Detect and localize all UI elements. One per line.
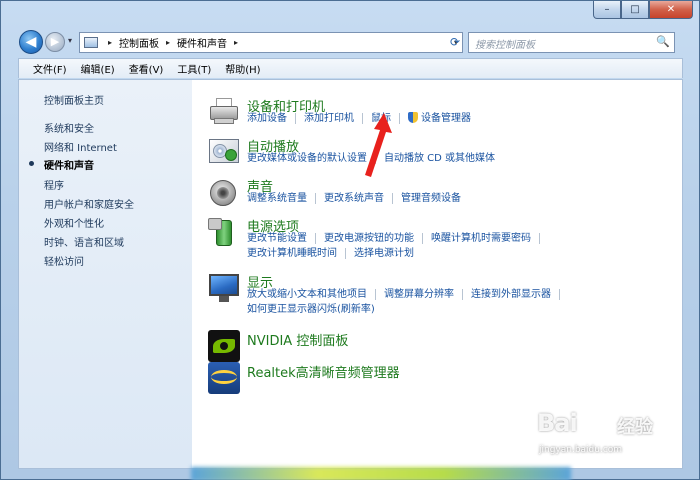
speaker-icon[interactable] xyxy=(208,176,240,208)
sidebar: 控制面板主页 系统和安全 网络和 Internet 硬件和声音 程序 用户帐户和… xyxy=(19,80,192,468)
close-button[interactable]: ✕ xyxy=(649,1,693,19)
link-change-default-media[interactable]: 更改媒体或设备的默认设置 xyxy=(247,153,367,164)
window: – □ ✕ ◀ ▶ ▾ ▸ 控制面板 ▸ 硬件和声音 ▸ ▾ ⟳ 搜索控制面板 … xyxy=(0,0,700,480)
link-wake-password[interactable]: 唤醒计算机时需要密码 xyxy=(431,233,531,244)
sidebar-item-network[interactable]: 网络和 Internet xyxy=(44,139,117,154)
sidebar-item-hardware-sound[interactable]: 硬件和声音 xyxy=(44,157,94,172)
breadcrumb-separator-icon[interactable]: ▸ xyxy=(108,38,112,47)
desktop-background xyxy=(191,467,571,480)
current-item-bullet-icon xyxy=(29,161,34,166)
link-manage-audio-devices[interactable]: 管理音频设备 xyxy=(401,193,461,204)
link-power-button[interactable]: 更改电源按钮的功能 xyxy=(324,233,414,244)
baidu-paw-icon xyxy=(581,405,609,435)
category-links: 更改节能设置 更改电源按钮的功能 唤醒计算机时需要密码 更改计算机睡眠时间 选择电源计… xyxy=(247,232,548,262)
breadcrumb-separator-icon[interactable]: ▸ xyxy=(234,38,238,47)
sidebar-item-system-security[interactable]: 系统和安全 xyxy=(44,120,94,135)
link-add-printer[interactable]: 添加打印机 xyxy=(304,113,354,124)
sidebar-item-user-accounts[interactable]: 用户帐户和家庭安全 xyxy=(44,196,134,211)
link-sleep-time[interactable]: 更改计算机睡眠时间 xyxy=(247,248,337,259)
link-refresh-rate[interactable]: 如何更正显示器闪烁(刷新率) xyxy=(247,304,375,315)
back-button[interactable]: ◀ xyxy=(19,30,43,54)
printer-icon[interactable] xyxy=(208,96,240,128)
sidebar-item-programs[interactable]: 程序 xyxy=(44,177,64,192)
menu-file[interactable]: 文件(F) xyxy=(33,61,67,76)
monitor-icon[interactable] xyxy=(208,272,240,304)
breadcrumb-control-panel[interactable]: 控制面板 xyxy=(119,35,159,50)
caption-buttons: – □ ✕ xyxy=(593,1,693,19)
navigation-row: ◀ ▶ ▾ ▸ 控制面板 ▸ 硬件和声音 ▸ ▾ ⟳ 搜索控制面板 🔍 xyxy=(1,28,699,56)
forward-button[interactable]: ▶ xyxy=(45,32,65,52)
search-input[interactable]: 搜索控制面板 🔍 xyxy=(468,32,675,53)
sidebar-item-ease-of-access[interactable]: 轻松访问 xyxy=(44,253,84,268)
category-links: 调整系统音量 更改系统声音 管理音频设备 xyxy=(247,192,461,207)
menu-help[interactable]: 帮助(H) xyxy=(225,61,260,76)
maximize-button[interactable]: □ xyxy=(621,1,649,19)
title-bar[interactable]: – □ ✕ xyxy=(1,1,699,27)
link-change-sounds[interactable]: 更改系统声音 xyxy=(324,193,384,204)
link-adjust-volume[interactable]: 调整系统音量 xyxy=(247,193,307,204)
baidu-jingyan-watermark: Bai 经验 jingyan.baidu.com xyxy=(537,403,687,465)
nvidia-icon[interactable] xyxy=(208,330,240,362)
battery-icon[interactable] xyxy=(208,216,240,248)
watermark-text: 经验 xyxy=(617,417,653,438)
category-links: 放大或缩小文本和其他项目 调整屏幕分辨率 连接到外部显示器 如何更正显示器闪烁(刷新… xyxy=(247,288,568,318)
sidebar-item-clock-language[interactable]: 时钟、语言和区域 xyxy=(44,234,124,249)
link-text-size[interactable]: 放大或缩小文本和其他项目 xyxy=(247,289,367,300)
link-add-device[interactable]: 添加设备 xyxy=(247,113,287,124)
address-bar[interactable]: ▸ 控制面板 ▸ 硬件和声音 ▸ ▾ xyxy=(79,32,463,53)
menu-bar: 文件(F) 编辑(E) 查看(V) 工具(T) 帮助(H) xyxy=(18,58,683,78)
menu-edit[interactable]: 编辑(E) xyxy=(81,61,115,76)
link-device-manager[interactable]: 设备管理器 xyxy=(421,113,471,124)
refresh-icon[interactable]: ⟳ xyxy=(446,33,464,52)
link-external-display[interactable]: 连接到外部显示器 xyxy=(471,289,551,300)
link-power-plan[interactable]: 选择电源计划 xyxy=(354,248,414,259)
menu-view[interactable]: 查看(V) xyxy=(129,61,164,76)
realtek-audio-icon[interactable] xyxy=(208,362,240,394)
sidebar-item-home[interactable]: 控制面板主页 xyxy=(44,92,104,107)
link-screen-resolution[interactable]: 调整屏幕分辨率 xyxy=(384,289,454,300)
watermark-logo: Bai xyxy=(537,409,578,437)
search-placeholder: 搜索控制面板 xyxy=(475,40,535,51)
annotation-arrow-icon xyxy=(365,113,392,177)
category-title-realtek[interactable]: Realtek高清晰音频管理器 xyxy=(247,362,400,381)
category-title-nvidia[interactable]: NVIDIA 控制面板 xyxy=(247,330,348,349)
link-power-saving[interactable]: 更改节能设置 xyxy=(247,233,307,244)
breadcrumb-hardware-sound[interactable]: 硬件和声音 xyxy=(177,35,227,50)
sidebar-item-appearance[interactable]: 外观和个性化 xyxy=(44,215,104,230)
autoplay-icon[interactable] xyxy=(208,136,240,168)
search-icon[interactable]: 🔍 xyxy=(656,35,670,48)
breadcrumb-separator-icon[interactable]: ▸ xyxy=(166,38,170,47)
minimize-button[interactable]: – xyxy=(593,1,621,19)
control-panel-icon xyxy=(84,37,98,48)
menu-tools[interactable]: 工具(T) xyxy=(177,61,211,76)
recent-pages-dropdown-icon[interactable]: ▾ xyxy=(68,36,72,45)
watermark-url: jingyan.baidu.com xyxy=(539,445,623,455)
